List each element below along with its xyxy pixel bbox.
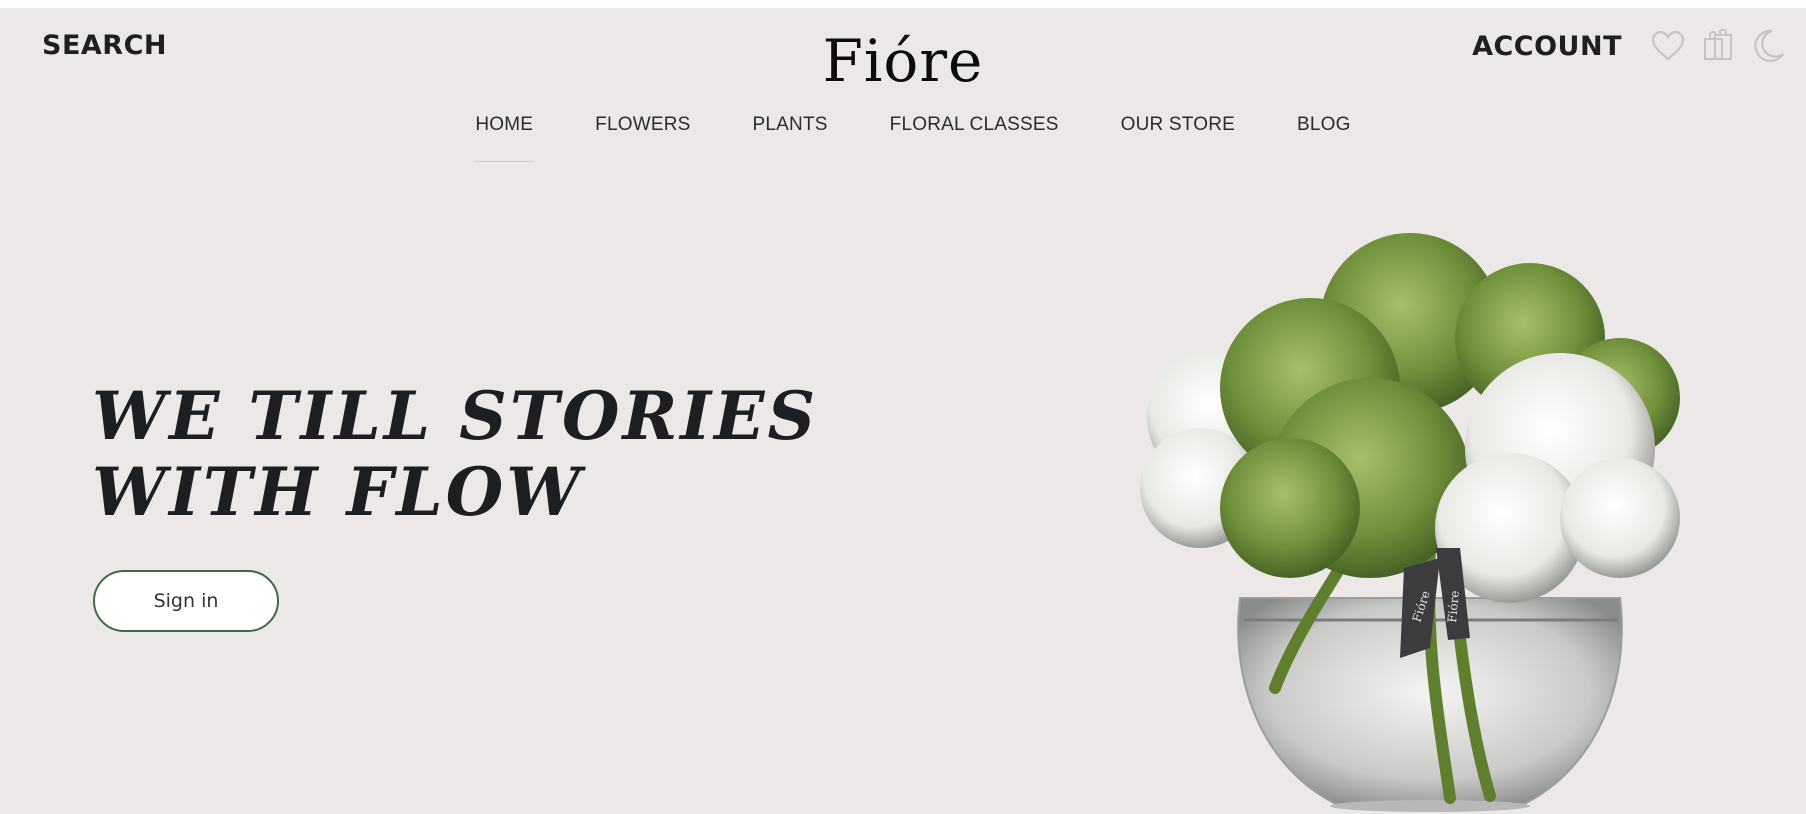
hydrangea-vase-image: Fióre Fióre [1140,233,1680,812]
nav-item-plants[interactable]: PLANTS [753,114,828,162]
main-nav: HOME FLOWERS PLANTS FLORAL CLASSES OUR S… [0,114,1806,162]
nav-item-home[interactable]: HOME [475,114,533,162]
sign-in-button[interactable]: Sign in [93,570,279,632]
hero-headline-line1: WE TILL STORIES [92,377,819,455]
header-tools: ACCOUNT [1472,26,1788,66]
ribbon-text-2: Fióre [1445,590,1462,623]
moon-icon[interactable] [1748,26,1788,66]
nav-item-flowers[interactable]: FLOWERS [595,114,690,162]
hero-headline-line2: WITH FLOW [92,453,584,531]
nav-item-floral-classes[interactable]: FLORAL CLASSES [890,114,1059,162]
top-strip [0,0,1806,8]
shopping-bag-icon[interactable] [1698,26,1738,66]
hero-headline: WE TILL STORIES WITH FLOW [92,378,818,530]
account-link[interactable]: ACCOUNT [1472,31,1622,62]
heart-icon[interactable] [1648,26,1688,66]
nav-item-blog[interactable]: BLOG [1297,114,1351,162]
nav-item-our-store[interactable]: OUR STORE [1121,114,1235,162]
